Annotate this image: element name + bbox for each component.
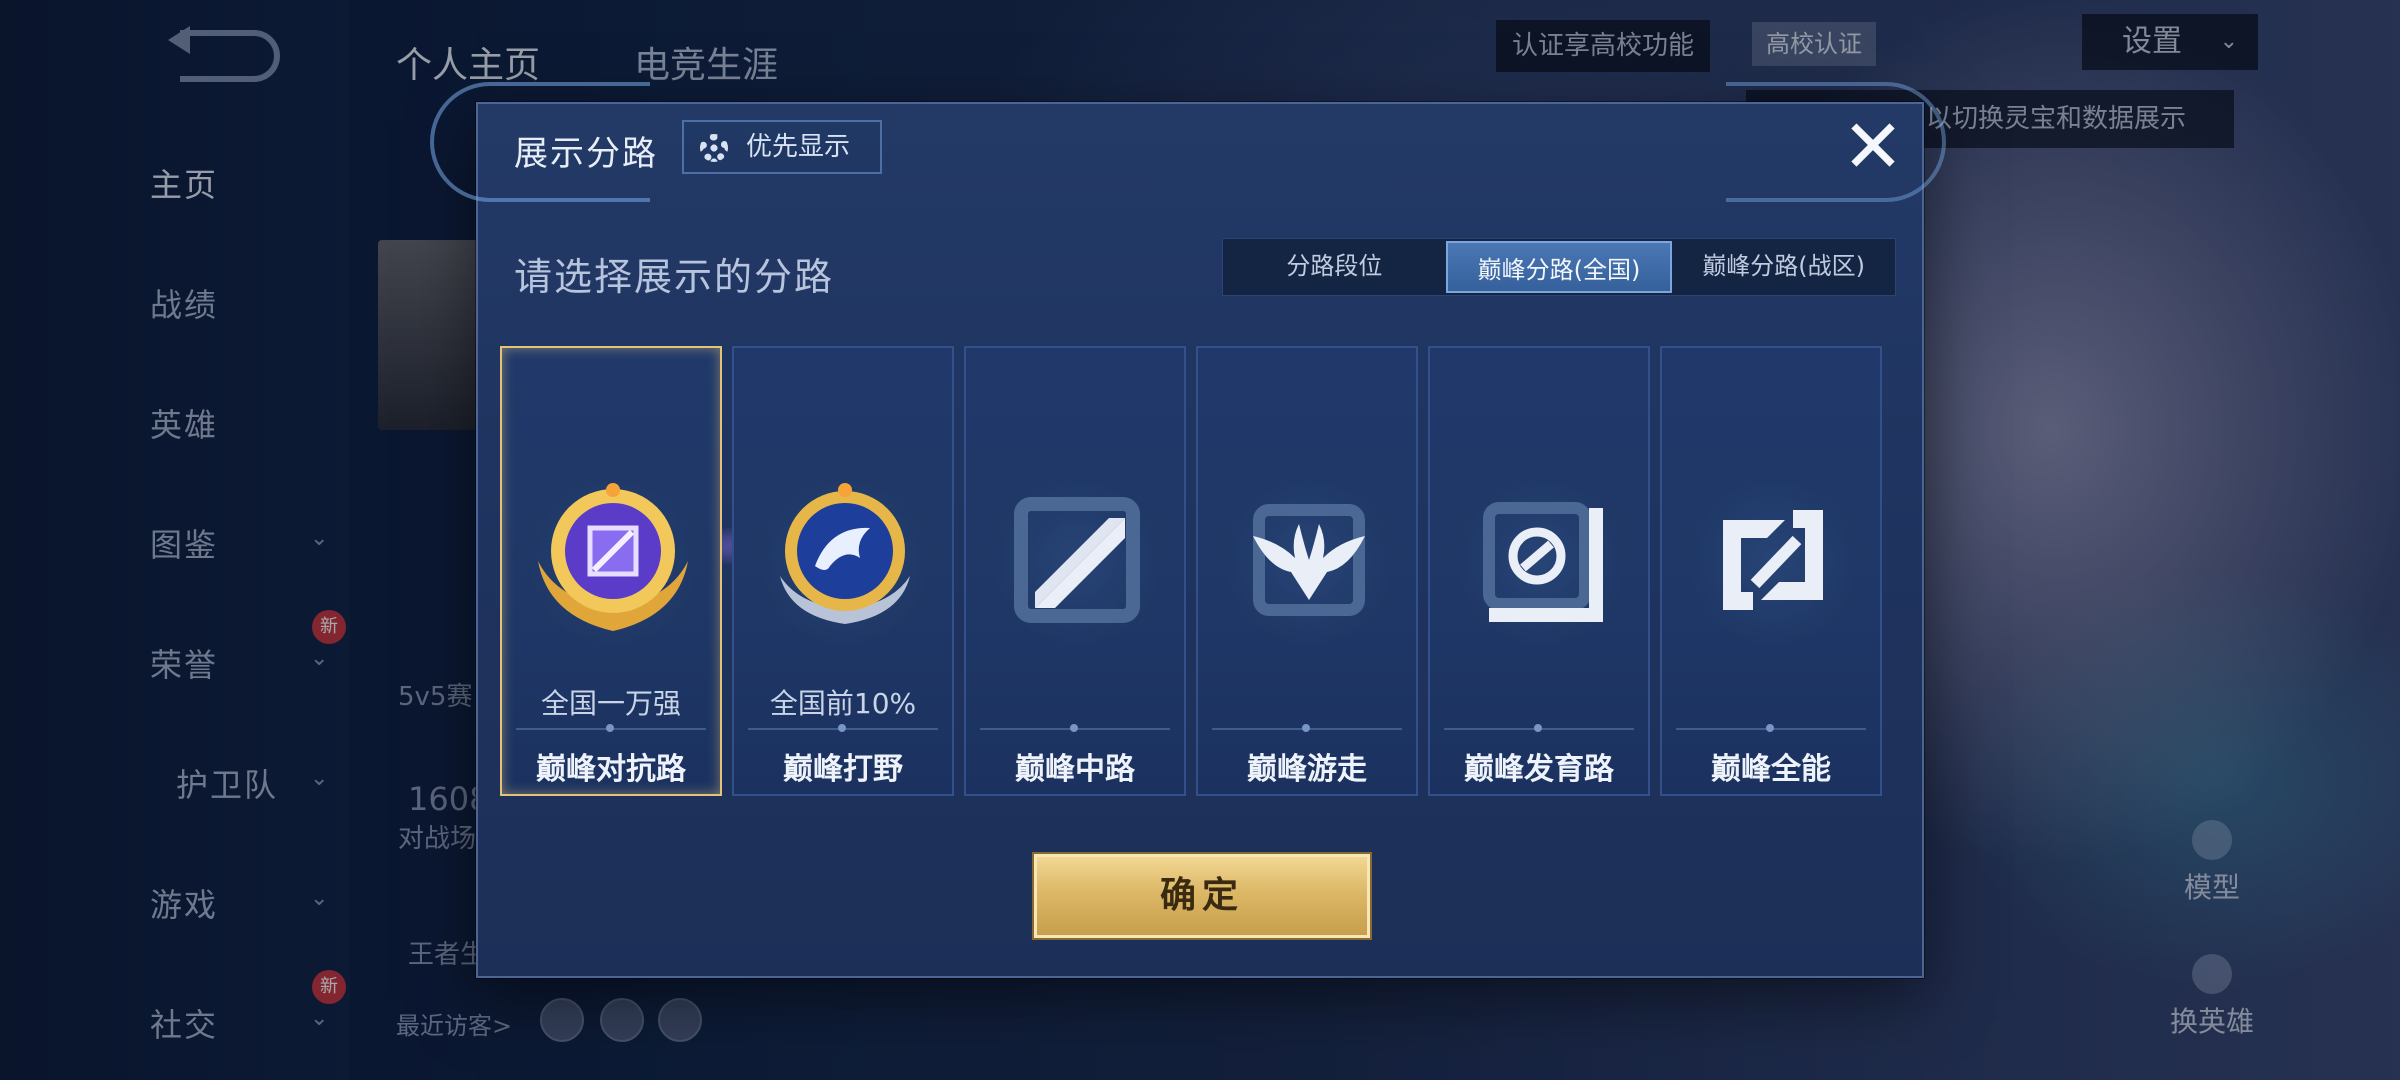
card-title: 巅峰全能	[1711, 752, 1831, 787]
card-title: 巅峰对抗路	[536, 752, 686, 787]
card-title: 巅峰打野	[783, 752, 903, 787]
divider	[1212, 724, 1402, 732]
tab-route-rank[interactable]: 分路段位	[1223, 239, 1446, 295]
card-title: 巅峰游走	[1247, 752, 1367, 787]
roam-wings-icon	[1253, 504, 1365, 616]
route-card-top[interactable]: 全国一万强 巅峰对抗路	[500, 346, 722, 796]
all-round-icon	[1723, 510, 1823, 610]
divider	[1444, 724, 1634, 732]
route-card-allround[interactable]: 巅峰全能	[1660, 346, 1882, 796]
divider	[980, 724, 1170, 732]
tab-peak-national[interactable]: 巅峰分路(全国)	[1445, 241, 1673, 293]
route-card-list: 全国一万强 巅峰对抗路 全国前10% 巅峰打野 巅峰中路 巅峰游走 巅峰发育路 …	[500, 346, 1900, 796]
dialog-title: 展示分路	[514, 134, 658, 174]
dragon-medal-icon	[780, 483, 910, 624]
gold-purple-medal-icon	[538, 483, 688, 631]
priority-display-label: 优先显示	[746, 132, 851, 162]
select-prompt: 请选择展示的分路	[514, 255, 835, 299]
route-display-dialog: 展示分路 优先显示 ✕ 请选择展示的分路 分路段位 巅峰分路(全国) 巅峰分路(…	[430, 82, 1946, 978]
tab-peak-region[interactable]: 巅峰分路(战区)	[1672, 239, 1895, 295]
close-icon[interactable]: ✕	[1832, 106, 1914, 188]
gear-icon	[700, 134, 728, 162]
divider	[1676, 724, 1866, 732]
route-tabs: 分路段位 巅峰分路(全国) 巅峰分路(战区)	[1222, 238, 1896, 296]
route-card-roam[interactable]: 巅峰游走	[1196, 346, 1418, 796]
divider	[516, 724, 706, 732]
route-card-jungle[interactable]: 全国前10% 巅峰打野	[732, 346, 954, 796]
mid-lane-icon	[1014, 497, 1140, 623]
card-title: 巅峰发育路	[1464, 752, 1614, 787]
card-title: 巅峰中路	[1015, 752, 1135, 787]
card-rank-text: 全国前10%	[769, 687, 917, 720]
divider	[748, 724, 938, 732]
priority-display-button[interactable]: 优先显示	[682, 120, 882, 174]
bot-lane-icon	[1483, 502, 1603, 622]
route-card-mid[interactable]: 巅峰中路	[964, 346, 1186, 796]
route-card-bot[interactable]: 巅峰发育路	[1428, 346, 1650, 796]
card-rank-text: 全国一万强	[540, 687, 681, 720]
confirm-button[interactable]: 确定	[1034, 854, 1370, 938]
